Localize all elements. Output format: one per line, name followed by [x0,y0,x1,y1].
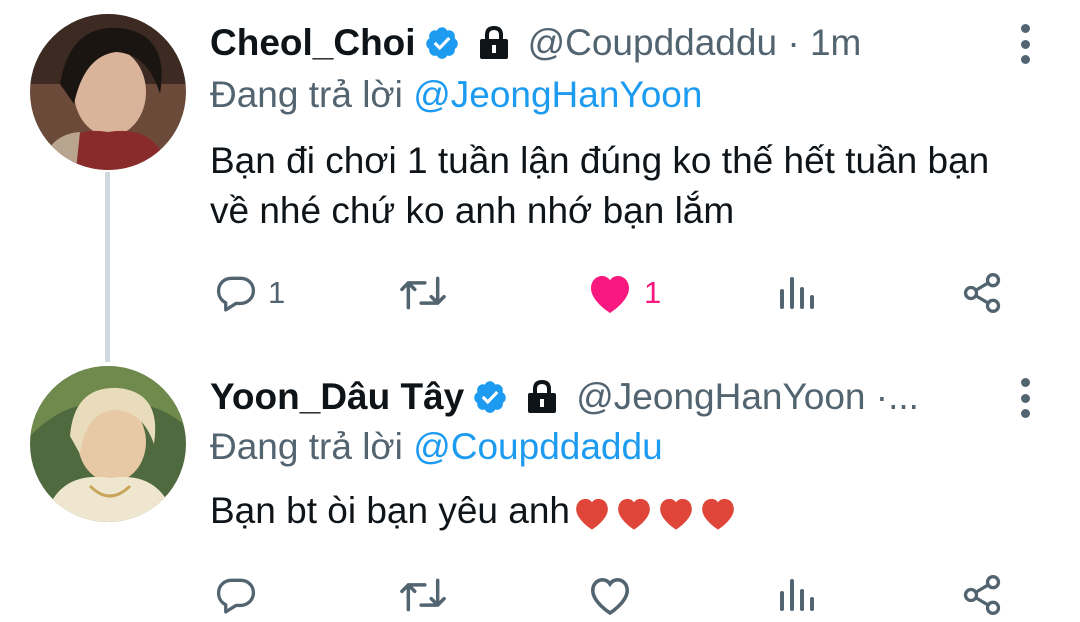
analytics-icon [780,579,814,611]
display-name[interactable]: Cheol_Choi [210,18,416,68]
retweet-button[interactable] [396,570,450,620]
reply-button[interactable]: 1 [214,268,285,318]
red-heart-emojis [572,494,738,532]
more-vertical-icon[interactable] [1018,24,1032,64]
red-heart-emoji-icon [702,499,734,530]
user-handle[interactable]: @JeongHanYoon ·... [576,372,919,422]
share-button[interactable] [960,268,1004,318]
avatar[interactable] [30,14,186,170]
red-heart-emoji-icon [576,499,608,530]
analytics-button[interactable] [776,268,816,318]
lock-icon [522,379,562,415]
analytics-icon [780,277,814,309]
more-vertical-icon[interactable] [1018,378,1032,418]
mention-link[interactable]: @JeongHanYoon [413,74,702,115]
red-heart-emoji-icon [618,499,650,530]
retweet-button[interactable] [396,268,450,318]
reply-button[interactable] [214,570,258,620]
share-icon [963,273,1001,313]
retweet-icon [400,276,446,310]
replying-prefix: Đang trả lời [210,74,403,115]
lock-icon [474,25,514,61]
mention-link[interactable]: @Coupddaddu [413,426,662,467]
heart-icon [591,276,629,313]
display-name[interactable]: Yoon_Dâu Tây [210,372,464,422]
tweet-actions: 1 1 [0,268,1080,318]
tweet-timestamp[interactable]: 1m [810,22,861,63]
like-button[interactable] [586,570,634,620]
like-button[interactable]: 1 [586,268,661,318]
tweet-actions [0,570,1080,620]
tweet-header: Cheol_Choi @Coupddaddu · 1m [210,18,1010,68]
user-handle[interactable]: @Coupddaddu · 1m [528,18,862,68]
replying-to: Đang trả lời @JeongHanYoon [210,70,702,120]
share-icon [963,575,1001,615]
reply-count: 1 [268,275,286,310]
avatar[interactable] [30,366,186,522]
like-count: 1 [644,275,662,310]
red-heart-emoji-icon [660,499,692,530]
tweet[interactable]: Cheol_Choi @Coupddaddu · 1m Đang trả lời… [0,0,1080,360]
tweet-header: Yoon_Dâu Tây @JeongHanYoon ·... [210,372,1010,422]
heart-icon [590,577,630,616]
reply-icon [216,578,256,614]
replying-prefix: Đang trả lời [210,426,403,467]
verified-badge-icon [472,379,508,415]
analytics-button[interactable] [776,570,816,620]
retweet-icon [400,578,446,612]
tweet-text: Bạn đi chơi 1 tuần lận đúng ko thế hết t… [210,140,990,231]
tweet-text-content: Bạn bt òi bạn yêu anh [210,490,571,531]
reply-icon [216,276,256,312]
verified-badge-icon [424,25,460,61]
replying-to: Đang trả lời @Coupddaddu [210,422,663,472]
share-button[interactable] [960,570,1004,620]
tweet-text: Bạn bt òi bạn yêu anh [210,486,1030,536]
tweet[interactable]: Yoon_Dâu Tây @JeongHanYoon ·... Đang trả… [0,360,1080,622]
